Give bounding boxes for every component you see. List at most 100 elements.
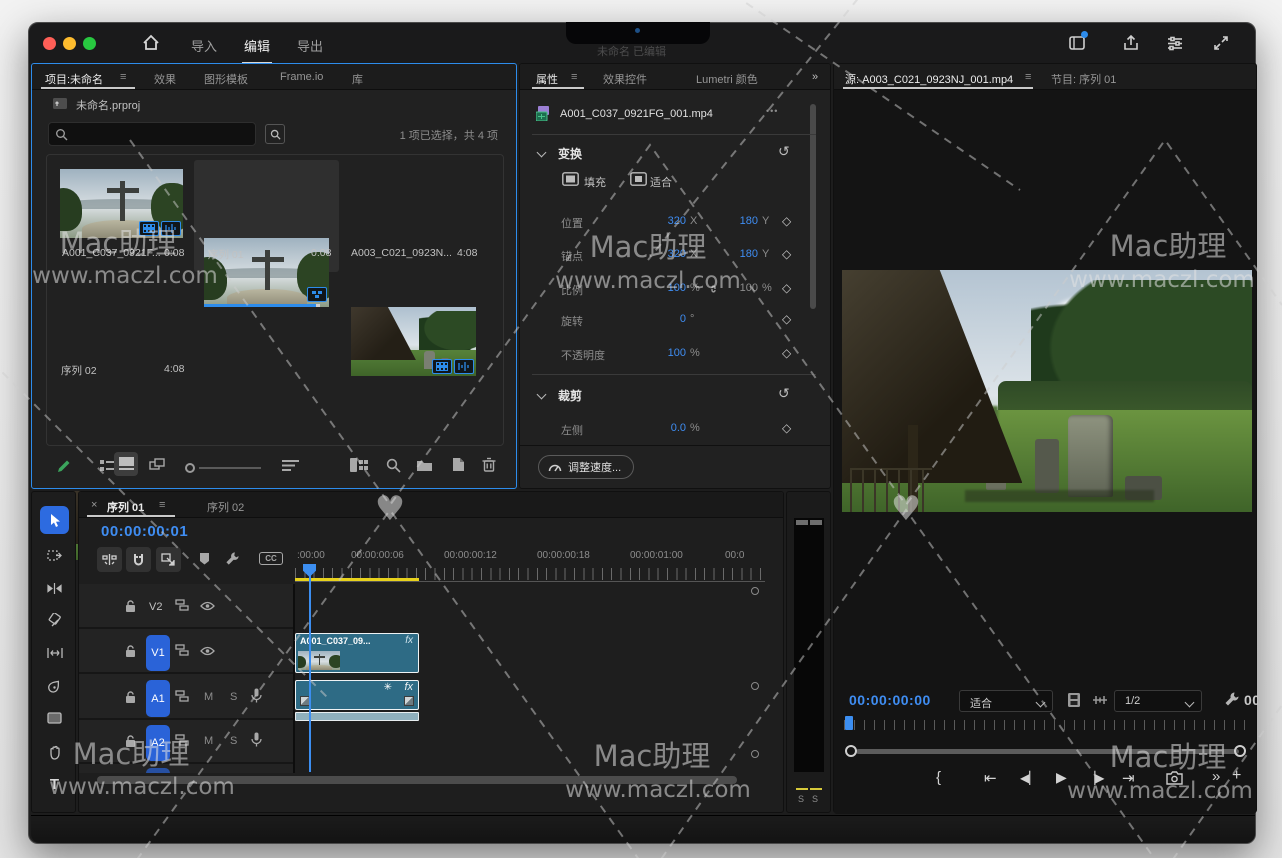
property-value-rotation[interactable]: 0 bbox=[620, 313, 686, 325]
mute-button[interactable]: M bbox=[204, 691, 213, 703]
grid-view-button-active[interactable] bbox=[114, 452, 138, 476]
more-buttons-chevrons[interactable]: » bbox=[1212, 768, 1220, 785]
zoom-window-button[interactable] bbox=[83, 37, 96, 50]
search-box[interactable] bbox=[48, 122, 256, 146]
monitor-zoom-bar[interactable] bbox=[856, 749, 1239, 754]
fit-icon[interactable] bbox=[630, 172, 647, 186]
search-bin-icon[interactable] bbox=[265, 124, 285, 144]
add-marker-icon[interactable] bbox=[199, 552, 210, 565]
track-targeting-icon[interactable] bbox=[175, 599, 189, 611]
slip-tool[interactable] bbox=[40, 639, 69, 667]
tab-lumetri-color[interactable]: Lumetri 颜色 bbox=[696, 71, 758, 87]
chevron-down-icon[interactable] bbox=[538, 390, 546, 398]
source-playhead[interactable] bbox=[845, 716, 853, 730]
selection-tool[interactable] bbox=[40, 506, 69, 534]
step-forward-button[interactable]: ▕▶ bbox=[1086, 771, 1104, 785]
tab-program[interactable]: 节目: 序列 01 bbox=[1051, 71, 1116, 87]
playhead-line[interactable] bbox=[309, 574, 311, 772]
tab-edit[interactable]: 编辑 bbox=[244, 36, 270, 55]
fx-badge[interactable]: fx bbox=[405, 635, 413, 646]
source-timecode[interactable]: 00:00:00:00 bbox=[849, 692, 931, 708]
tab-effects[interactable]: 效果 bbox=[154, 71, 176, 87]
audio-clip-waveform-strip[interactable] bbox=[295, 712, 419, 721]
go-to-out-button[interactable]: ⇥ bbox=[1122, 769, 1135, 787]
type-tool[interactable]: T bbox=[40, 770, 69, 798]
property-value-scale-y[interactable]: 100 bbox=[716, 282, 758, 294]
pencil-icon[interactable] bbox=[56, 458, 72, 474]
captions-icon[interactable]: CC bbox=[259, 552, 283, 565]
settings-sliders-icon[interactable] bbox=[1165, 33, 1185, 53]
keyframe-toggle-icon[interactable]: ◇ bbox=[782, 312, 791, 326]
zoom-bar-right-handle[interactable] bbox=[1234, 745, 1246, 757]
mute-button[interactable]: M bbox=[204, 735, 213, 747]
item-name[interactable]: 序列 02 bbox=[61, 363, 97, 378]
track-header-a1[interactable]: A1 M S bbox=[79, 677, 293, 720]
hand-tool[interactable] bbox=[40, 738, 69, 766]
solo-button[interactable]: S bbox=[230, 691, 237, 703]
tab-source[interactable]: 源: A003_C021_0923NJ_001.mp4 bbox=[845, 71, 1013, 87]
automate-to-sequence-icon[interactable] bbox=[350, 458, 368, 472]
insert-overwrite-sequence-icon[interactable] bbox=[97, 547, 122, 572]
find-icon[interactable] bbox=[386, 458, 401, 473]
panel-menu-icon[interactable]: ≡ bbox=[1025, 71, 1031, 83]
panel-menu-icon[interactable]: ≡ bbox=[159, 499, 165, 511]
timeline-timecode[interactable]: 00:00:00:01 bbox=[101, 523, 188, 540]
transform-section-title[interactable]: 变换 bbox=[558, 145, 582, 162]
item-name[interactable]: 序列 01 bbox=[208, 247, 244, 262]
lock-icon[interactable] bbox=[125, 600, 136, 613]
pen-tool[interactable] bbox=[40, 672, 69, 700]
track-targeting-icon[interactable] bbox=[175, 690, 189, 702]
keyframe-toggle-icon[interactable]: ◇ bbox=[782, 421, 791, 435]
property-value-y[interactable]: 180 bbox=[716, 248, 758, 260]
eye-icon[interactable] bbox=[200, 601, 215, 611]
keyframe-toggle-icon[interactable]: ◇ bbox=[782, 346, 791, 360]
reset-transform-icon[interactable]: ↺ bbox=[778, 143, 790, 160]
fill-icon[interactable] bbox=[562, 172, 579, 186]
mark-in-button[interactable]: { bbox=[936, 769, 941, 786]
tab-effect-controls[interactable]: 效果控件 bbox=[603, 71, 647, 87]
workspace-icon[interactable] bbox=[1067, 33, 1087, 53]
item-name[interactable]: A001_C037_0921F... bbox=[62, 247, 161, 259]
tab-sequence-02[interactable]: 序列 02 bbox=[207, 499, 244, 515]
mic-icon[interactable] bbox=[251, 688, 262, 703]
bin-name[interactable]: 未命名.prproj bbox=[76, 97, 140, 113]
timeline-horizontal-scrollbar[interactable] bbox=[97, 776, 737, 784]
share-icon[interactable] bbox=[1121, 33, 1141, 53]
tab-overflow-icon[interactable]: » bbox=[812, 71, 818, 83]
zoom-slider-handle[interactable] bbox=[185, 463, 195, 473]
tab-import[interactable]: 导入 bbox=[191, 36, 217, 55]
rectangle-tool[interactable] bbox=[40, 704, 69, 732]
add-button-plus[interactable]: + bbox=[1232, 767, 1241, 785]
chevron-down-icon[interactable] bbox=[538, 148, 546, 156]
track-name[interactable]: V2 bbox=[149, 601, 162, 613]
close-sequence-icon[interactable]: × bbox=[91, 499, 97, 511]
tab-libraries[interactable]: 库 bbox=[352, 71, 363, 87]
panel-menu-icon[interactable]: ≡ bbox=[571, 71, 577, 83]
wrench-icon[interactable] bbox=[1224, 691, 1240, 707]
new-bin-icon[interactable] bbox=[416, 458, 433, 472]
track-header-v2[interactable]: V2 bbox=[79, 587, 293, 629]
home-icon[interactable] bbox=[141, 33, 161, 53]
track-select-forward-tool[interactable] bbox=[40, 541, 69, 569]
video-zoom-handle[interactable] bbox=[751, 587, 759, 595]
solo-button[interactable]: S bbox=[230, 735, 237, 747]
fill-label[interactable]: 填充 bbox=[584, 174, 606, 190]
film-proxy-icon[interactable] bbox=[1066, 692, 1082, 708]
step-back-button[interactable]: ◀▏ bbox=[1020, 771, 1038, 785]
gang-playback-icon[interactable] bbox=[1092, 692, 1108, 708]
zoom-level-select[interactable]: 适合 bbox=[959, 690, 1053, 712]
close-window-button[interactable] bbox=[43, 37, 56, 50]
linked-selection-icon[interactable] bbox=[156, 547, 181, 572]
freeform-view-icon[interactable] bbox=[149, 458, 167, 473]
sort-icon[interactable] bbox=[282, 459, 299, 472]
project-item-thumbnail[interactable] bbox=[351, 307, 476, 376]
solo-label-left[interactable]: S bbox=[798, 794, 804, 804]
panel-menu-icon[interactable]: ≡ bbox=[120, 71, 126, 83]
property-value-x[interactable]: 320 bbox=[620, 248, 686, 260]
source-patch-badge[interactable]: A2 bbox=[146, 725, 170, 761]
go-to-in-button[interactable]: ⇤ bbox=[984, 769, 997, 787]
adjust-speed-button[interactable]: 调整速度... bbox=[538, 455, 634, 479]
project-item-thumbnail[interactable] bbox=[60, 169, 183, 238]
thumbnail-scrub-bar[interactable] bbox=[204, 304, 316, 307]
property-value-x[interactable]: 320 bbox=[620, 215, 686, 227]
